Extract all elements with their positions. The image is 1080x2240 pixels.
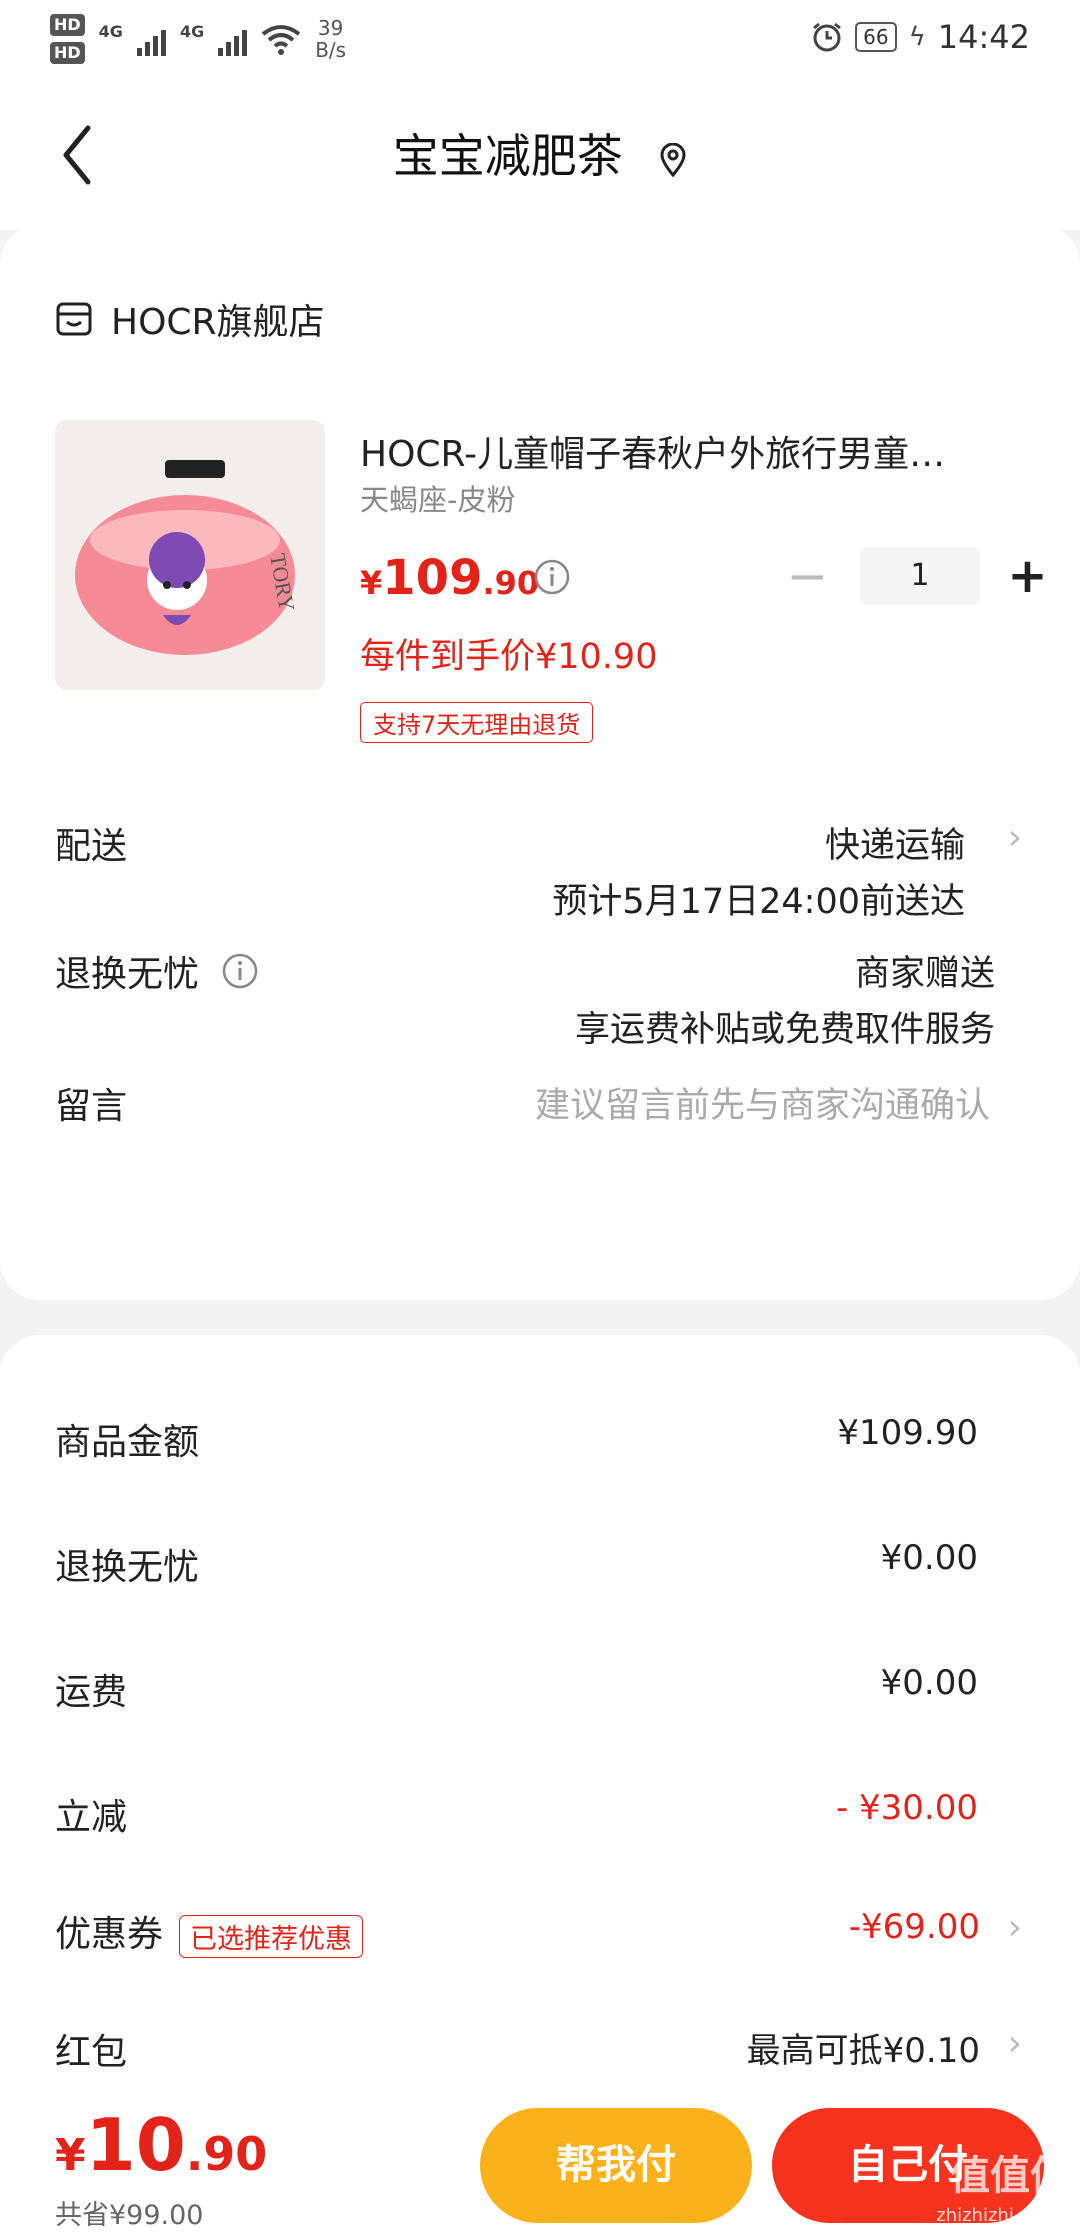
clock: 14:42 bbox=[937, 18, 1030, 56]
redpacket-label: 红包 bbox=[55, 2032, 128, 2073]
return-policy-badge: 支持7天无理由退货 bbox=[360, 702, 594, 743]
shipping-value: ¥0.00 bbox=[880, 1663, 978, 1703]
coupon-chevron-icon[interactable]: › bbox=[1008, 1907, 1022, 1948]
net2-label: 4G bbox=[179, 22, 205, 41]
signal-icon bbox=[136, 22, 166, 56]
hd-indicators: HD HD bbox=[50, 14, 85, 64]
return-fee-label: 退换无忧 bbox=[55, 1547, 200, 1588]
product-spec[interactable]: 天蝎座-皮粉 bbox=[360, 477, 515, 519]
return-worry-row: 退换无忧 bbox=[55, 945, 259, 997]
coupon-row[interactable]: 优惠券 已选推荐优惠 bbox=[55, 1905, 364, 1958]
delivery-chevron-icon[interactable]: › bbox=[1008, 817, 1022, 858]
price-int: 109 bbox=[382, 550, 483, 606]
return-worry-label: 退换无忧 bbox=[55, 954, 200, 995]
price-dec: .90 bbox=[482, 564, 540, 602]
location-pin-icon[interactable] bbox=[659, 142, 687, 177]
page-title: 宝宝减肥茶 bbox=[0, 120, 1080, 186]
info-icon[interactable] bbox=[533, 558, 571, 596]
qty-minus-button[interactable]: − bbox=[785, 548, 830, 604]
status-bar: HD HD 4G 4G 39 B/s 66 ϟ 14:42 bbox=[0, 0, 1080, 80]
page-title-text: 宝宝减肥茶 bbox=[392, 129, 623, 183]
speed-unit: B/s bbox=[315, 38, 347, 62]
coupon-badge: 已选推荐优惠 bbox=[179, 1914, 364, 1958]
shipping-label: 运费 bbox=[55, 1672, 128, 1713]
redpacket-value[interactable]: 最高可抵¥0.10 bbox=[747, 2023, 980, 2072]
total-saved: 共省¥99.00 bbox=[55, 2200, 204, 2231]
qty-plus-button[interactable]: + bbox=[1000, 548, 1055, 604]
qty-value[interactable]: 1 bbox=[860, 547, 980, 605]
watermark-url: zhizhizhi.com bbox=[936, 2205, 1058, 2226]
store-row[interactable]: HOCR旗舰店 bbox=[55, 293, 325, 345]
delivery-eta: 预计5月17日24:00前送达 bbox=[552, 882, 965, 922]
checkout-bar: ¥10.90 共省¥99.00 帮我付 自己付 值值值 zhizhizhi.co… bbox=[0, 2093, 1080, 2240]
discount-value: - ¥30.00 bbox=[835, 1788, 978, 1828]
quantity-stepper: − 1 + bbox=[785, 547, 1055, 605]
total-dec: .90 bbox=[185, 2127, 268, 2181]
return-fee-value: ¥0.00 bbox=[880, 1538, 978, 1578]
total-symbol: ¥ bbox=[55, 2130, 86, 2181]
per-item-price: 每件到手价¥10.90 bbox=[360, 637, 658, 677]
redpacket-chevron-icon[interactable]: › bbox=[1008, 2023, 1022, 2064]
hd1-badge: HD bbox=[50, 14, 85, 36]
message-label: 留言 bbox=[55, 1086, 128, 1127]
speed-value: 39 bbox=[317, 16, 344, 40]
charging-icon: ϟ bbox=[908, 22, 926, 52]
hd2-badge: HD bbox=[50, 42, 85, 64]
goods-amount-value: ¥109.90 bbox=[837, 1413, 978, 1453]
total-price: ¥10.90 bbox=[55, 2103, 267, 2187]
coupon-label: 优惠券 bbox=[55, 1914, 164, 1955]
store-icon bbox=[56, 302, 92, 336]
message-input[interactable]: 建议留言前先与商家沟通确认 bbox=[535, 1077, 990, 1128]
product-image[interactable]: TORY bbox=[55, 420, 325, 690]
watermark-logo: 值值值 bbox=[950, 2153, 1070, 2199]
signal-icon-2 bbox=[218, 22, 248, 56]
alarm-icon bbox=[813, 22, 842, 52]
return-info-icon[interactable] bbox=[221, 952, 259, 990]
wifi-icon bbox=[261, 25, 301, 55]
net1-label: 4G bbox=[98, 22, 123, 41]
order-card: HOCR旗舰店 TORY HOCR-儿童帽子春秋户外旅行男童… 天蝎座-皮粉 ¥… bbox=[0, 225, 1080, 1300]
product-price: ¥109.90 bbox=[360, 550, 539, 606]
coupon-value[interactable]: -¥69.00 bbox=[849, 1907, 980, 1947]
return-worry-desc: 享运费补贴或免费取件服务 bbox=[574, 1010, 995, 1050]
help-pay-button[interactable]: 帮我付 bbox=[480, 2108, 752, 2223]
product-title[interactable]: HOCR-儿童帽子春秋户外旅行男童… bbox=[360, 425, 1000, 477]
page-header: 宝宝减肥茶 bbox=[0, 80, 1080, 230]
price-symbol: ¥ bbox=[360, 564, 383, 602]
return-worry-value: 商家赠送 bbox=[854, 954, 995, 994]
battery-indicator: 66 bbox=[855, 22, 897, 52]
discount-label: 立减 bbox=[55, 1797, 128, 1838]
delivery-label: 配送 bbox=[55, 826, 128, 867]
net-speed: 39 B/s bbox=[315, 17, 346, 61]
delivery-method[interactable]: 快递运输 bbox=[825, 817, 965, 868]
goods-amount-label: 商品金额 bbox=[55, 1422, 200, 1463]
total-int: 10 bbox=[85, 2103, 186, 2187]
store-name: HOCR旗舰店 bbox=[111, 302, 325, 343]
